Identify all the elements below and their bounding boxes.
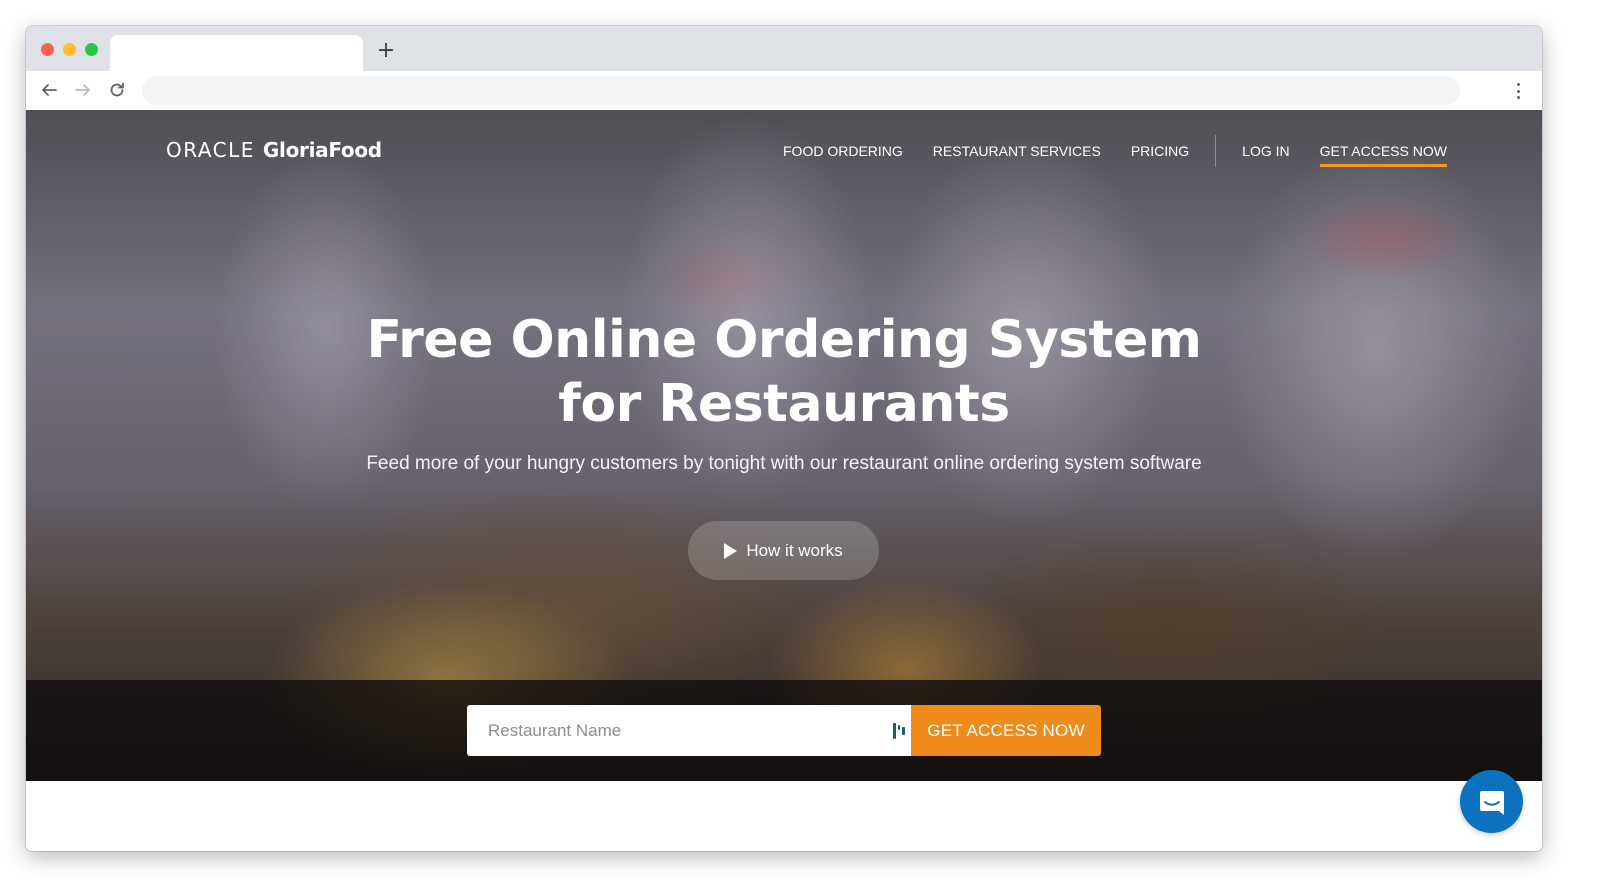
- nav-pricing[interactable]: PRICING: [1131, 143, 1189, 159]
- page-viewport: ORACLE GloriaFood FOOD ORDERING RESTAURA…: [26, 110, 1542, 851]
- chat-launcher-button[interactable]: [1460, 770, 1523, 833]
- new-tab-button[interactable]: +: [374, 40, 398, 64]
- logo-product: GloriaFood: [262, 138, 382, 162]
- minimize-window-button[interactable]: [63, 43, 76, 56]
- forward-button[interactable]: [72, 79, 94, 101]
- play-icon: [724, 542, 738, 559]
- reload-icon: [110, 82, 124, 97]
- headline-line-1: Free Online Ordering System: [366, 310, 1202, 370]
- signup-form: GET ACCESS NOW: [467, 705, 1101, 756]
- close-window-button[interactable]: [41, 43, 54, 56]
- browser-tab-active[interactable]: [110, 35, 363, 71]
- reload-button[interactable]: [106, 79, 128, 101]
- hero-headline: Free Online Ordering System for Restaura…: [26, 308, 1542, 436]
- logo-brand: ORACLE: [166, 138, 255, 162]
- restaurant-name-input[interactable]: [467, 705, 911, 756]
- get-access-now-button[interactable]: GET ACCESS NOW: [911, 705, 1101, 756]
- site-logo[interactable]: ORACLE GloriaFood: [166, 138, 382, 162]
- main-nav: FOOD ORDERING RESTAURANT SERVICES PRICIN…: [783, 135, 1448, 167]
- back-button[interactable]: [38, 79, 60, 101]
- password-manager-icon[interactable]: [893, 723, 905, 739]
- browser-window: + ORACLE GloriaFood FOOD ORDERING RESTAU…: [26, 26, 1542, 851]
- how-it-works-label: How it works: [746, 540, 843, 560]
- nav-get-access-now[interactable]: GET ACCESS NOW: [1319, 143, 1448, 167]
- kebab-menu-icon[interactable]: [1510, 81, 1526, 101]
- nav-restaurant-services[interactable]: RESTAURANT SERVICES: [933, 143, 1101, 159]
- chat-bubble-icon: [1479, 790, 1504, 815]
- nav-food-ordering[interactable]: FOOD ORDERING: [783, 143, 903, 159]
- arrow-right-icon: [75, 84, 90, 96]
- browser-toolbar: [26, 71, 1542, 110]
- arrow-left-icon: [42, 84, 57, 96]
- tab-strip: +: [26, 26, 1542, 71]
- headline-line-2: for Restaurants: [558, 374, 1010, 434]
- how-it-works-button[interactable]: How it works: [688, 521, 879, 580]
- hero-subheadline: Feed more of your hungry customers by to…: [366, 453, 1202, 474]
- address-bar[interactable]: [142, 76, 1460, 105]
- restaurant-name-field: [467, 705, 911, 756]
- window-controls: [41, 43, 98, 56]
- nav-divider: [1215, 135, 1217, 167]
- maximize-window-button[interactable]: [85, 43, 98, 56]
- hero-section: ORACLE GloriaFood FOOD ORDERING RESTAURA…: [26, 110, 1542, 781]
- nav-log-in[interactable]: LOG IN: [1242, 143, 1289, 159]
